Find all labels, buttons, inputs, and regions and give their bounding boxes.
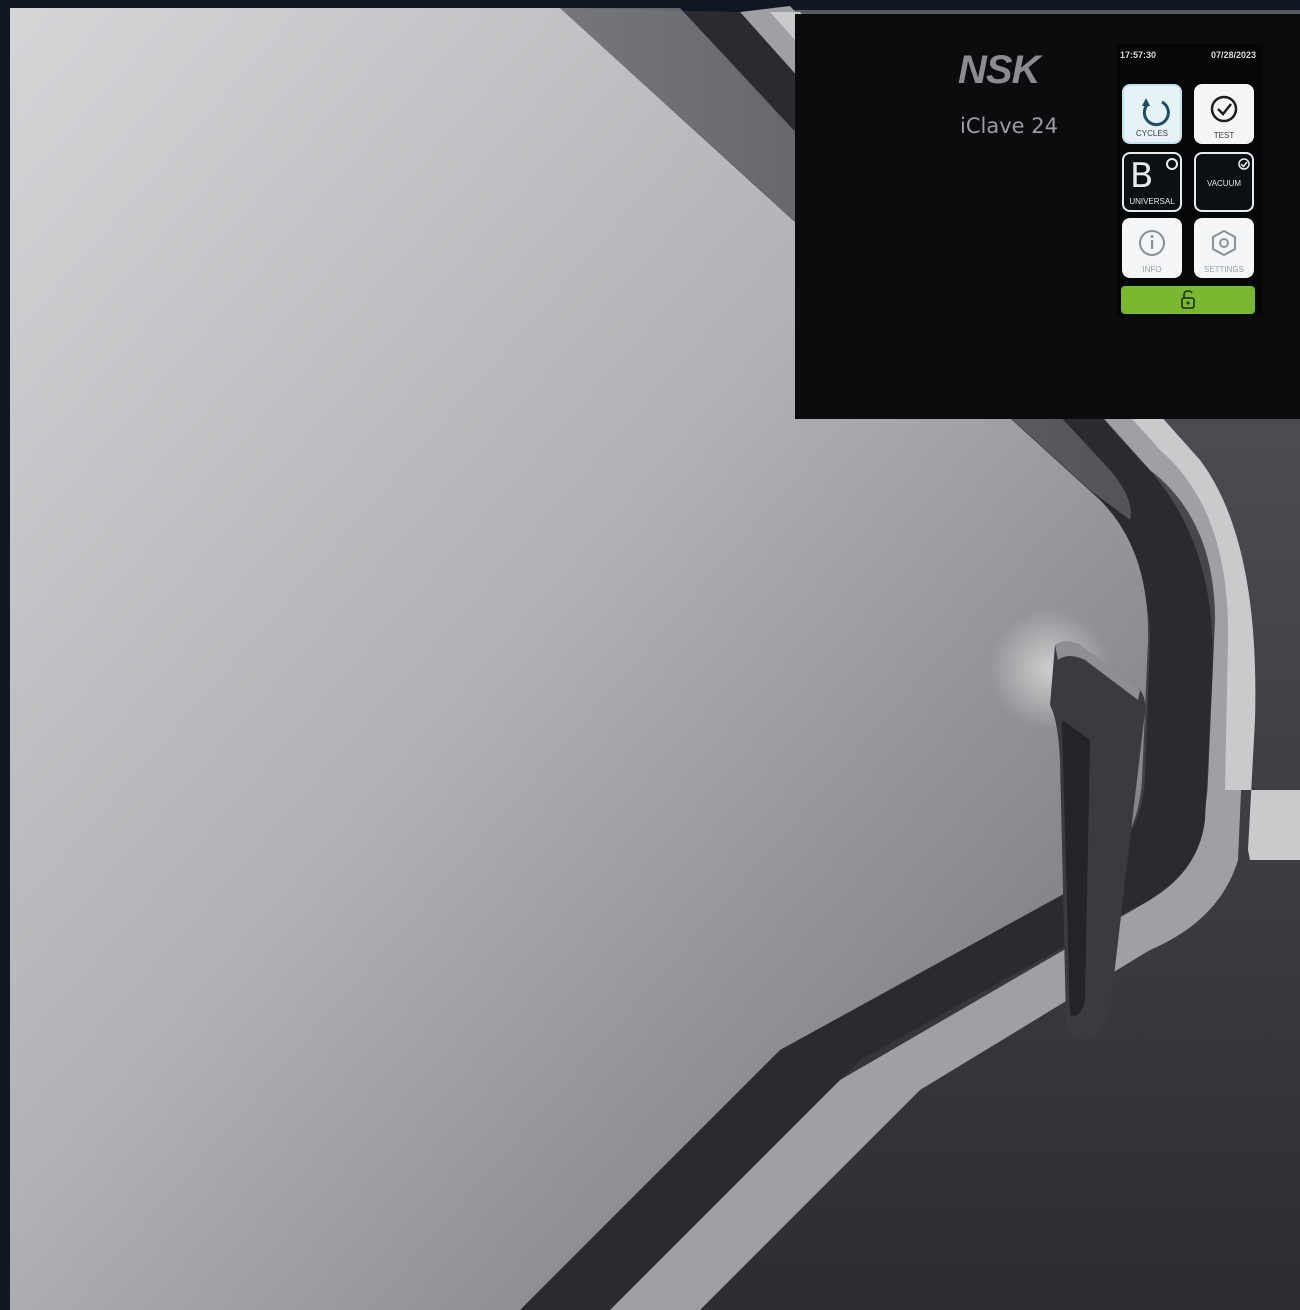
status-time: 17:57:30 xyxy=(1120,50,1157,60)
universal-button[interactable]: B UNIVERSAL xyxy=(1122,152,1182,212)
unlock-icon xyxy=(1181,290,1195,309)
status-date: 07/28/2023 xyxy=(1211,50,1257,60)
info-button[interactable]: INFO xyxy=(1122,218,1182,278)
brand-logo: NSK xyxy=(958,48,1040,92)
vacuum-button[interactable]: VACUUM xyxy=(1194,152,1254,212)
tile-label: SETTINGS xyxy=(1203,265,1244,274)
test-button[interactable]: TEST xyxy=(1194,84,1254,144)
cycles-button[interactable]: CYCLES xyxy=(1122,84,1182,144)
model-name: iClave 24 xyxy=(960,114,1058,138)
tile-label: UNIVERSAL xyxy=(1129,197,1175,206)
tile-label: CYCLES xyxy=(1135,129,1168,138)
tile-label: INFO xyxy=(1142,265,1162,274)
unlock-door-button[interactable] xyxy=(1121,286,1255,314)
tile-label: VACUUM xyxy=(1206,179,1242,188)
tile-label: TEST xyxy=(1213,131,1235,140)
settings-button[interactable]: SETTINGS xyxy=(1194,218,1254,278)
